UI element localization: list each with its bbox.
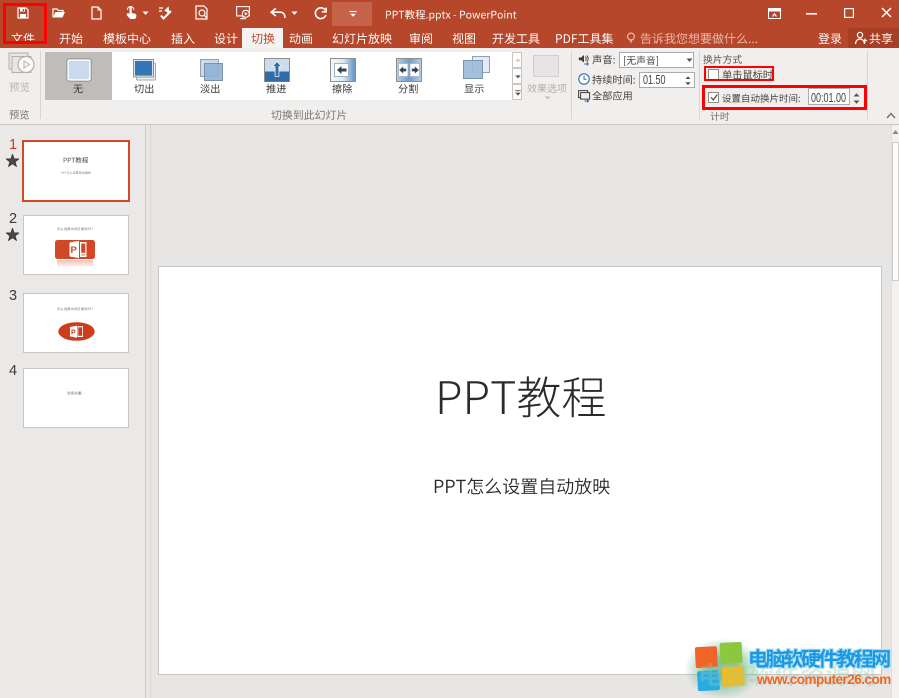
svg-text:P: P (71, 245, 78, 256)
svg-text:P: P (71, 330, 76, 337)
